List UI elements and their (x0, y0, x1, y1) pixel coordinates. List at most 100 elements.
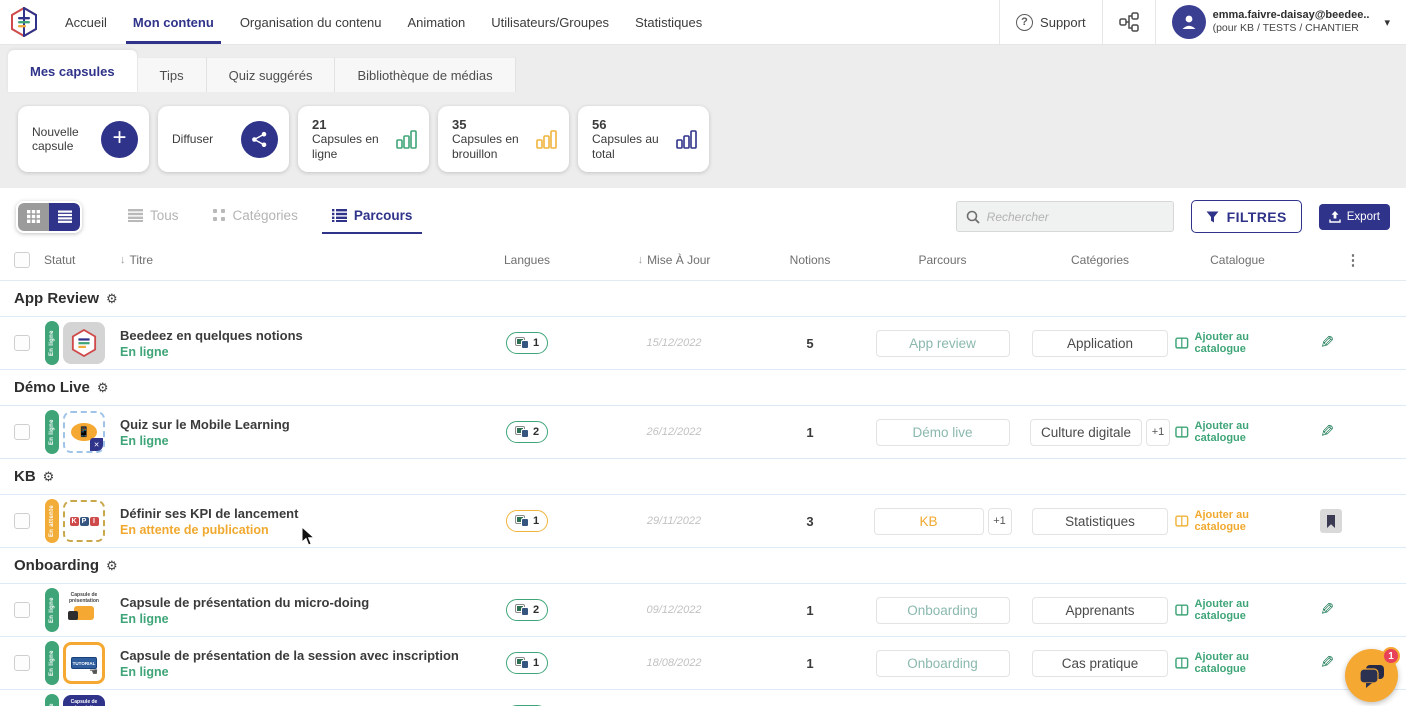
kebab-menu-icon[interactable]: ⋮ (1346, 251, 1361, 269)
parcours-button[interactable]: Onboarding (875, 649, 1010, 677)
column-titre[interactable]: ↓ Titre (106, 239, 466, 280)
share-icon[interactable] (241, 120, 278, 158)
add-to-catalogue-link[interactable]: Ajouter au catalogue (1175, 509, 1300, 533)
parcours-button[interactable]: Onboarding (875, 596, 1010, 624)
category-button[interactable]: Application (1032, 329, 1168, 357)
capsule-thumbnail[interactable]: 📱 ✕ (63, 411, 105, 453)
capsule-title[interactable]: Capsule de présentation de la session av… (120, 648, 459, 663)
filter-tab-categories[interactable]: Catégories (212, 208, 298, 225)
filter-tab-parcours[interactable]: Parcours (321, 208, 422, 234)
parcours-button[interactable]: KB (873, 507, 984, 535)
language-badge: 1 (505, 332, 549, 354)
column-langues[interactable]: Langues (466, 239, 588, 280)
nav-item-accueil[interactable]: Accueil (52, 0, 120, 44)
column-statut[interactable]: Statut (44, 239, 106, 280)
updated-date: 15/12/2022 (646, 337, 702, 349)
org-share-button[interactable] (1101, 0, 1155, 44)
add-to-catalogue-link[interactable]: Ajouter au catalogue (1175, 331, 1300, 355)
row-checkbox[interactable] (14, 655, 30, 671)
stat-label: Capsules au total (592, 132, 659, 161)
list-view-button[interactable] (49, 202, 80, 231)
capsule-thumbnail[interactable]: TUTORIAL ☚ (63, 642, 105, 684)
capsule-thumbnail[interactable] (63, 322, 105, 364)
column-catalogue[interactable]: Catalogue (1175, 239, 1300, 280)
nav-item-utilisateurs[interactable]: Utilisateurs/Groupes (478, 0, 622, 44)
filter-tab-tous[interactable]: Tous (128, 208, 179, 225)
bookmark-button[interactable] (1320, 509, 1342, 533)
plus-icon[interactable]: + (101, 120, 138, 158)
tab-quiz-suggeres[interactable]: Quiz suggérés (206, 57, 336, 92)
chat-bubbles-icon (1358, 664, 1384, 688)
category-button[interactable]: Statistiques (1032, 507, 1168, 535)
edit-icon[interactable]: ✎ (1320, 333, 1334, 353)
column-parcours[interactable]: Parcours (860, 239, 1025, 280)
notions-count: 3 (806, 513, 814, 529)
support-button[interactable]: ? Support (999, 0, 1102, 44)
nav-item-mon-contenu[interactable]: Mon contenu (120, 0, 227, 44)
beedeez-logo[interactable] (0, 0, 52, 44)
capsule-title[interactable]: Beedeez en quelques notions (120, 328, 303, 343)
sort-arrow-icon[interactable]: ↓ (120, 254, 126, 266)
column-options[interactable]: ⋮ (1300, 239, 1406, 280)
catalogue-book-icon (1175, 336, 1189, 349)
status-pill: En attente (45, 499, 59, 543)
gear-icon[interactable]: ⚙ (97, 380, 109, 396)
column-categories[interactable]: Catégories (1025, 239, 1175, 280)
group-name: KB (14, 468, 36, 485)
category-button[interactable]: Culture digitale (1029, 418, 1143, 446)
search-icon (966, 210, 980, 224)
category-button[interactable]: Apprenants (1032, 596, 1168, 624)
tab-bibliotheque[interactable]: Bibliothèque de médias (335, 57, 516, 92)
status-pill: En ligne (45, 321, 59, 365)
search-input[interactable] (986, 209, 1164, 224)
filtres-button[interactable]: FILTRES (1190, 200, 1302, 233)
group-name: Démo Live (14, 379, 90, 396)
capsule-title[interactable]: Quiz sur le Mobile Learning (120, 417, 290, 432)
edit-icon[interactable]: ✎ (1320, 653, 1334, 673)
support-label: Support (1040, 14, 1086, 30)
capsule-thumbnail[interactable]: Capsule de présentation (63, 695, 105, 706)
new-capsule-card[interactable]: Nouvelle capsule + (18, 106, 149, 172)
tab-mes-capsules[interactable]: Mes capsules (8, 50, 137, 92)
category-button[interactable]: Cas pratique (1032, 649, 1168, 677)
gear-icon[interactable]: ⚙ (106, 291, 118, 307)
parcours-button[interactable]: Démo live (875, 418, 1010, 446)
chat-widget-button[interactable]: 1 (1345, 647, 1400, 702)
column-mise-a-jour[interactable]: ↓ Mise À Jour (588, 239, 760, 280)
tab-tips[interactable]: Tips (137, 57, 207, 92)
user-menu[interactable]: emma.faivre-daisay@beedee.. (pour KB / T… (1154, 0, 1406, 44)
capsule-thumbnail[interactable]: K P I (63, 500, 105, 542)
edit-icon[interactable]: ✎ (1320, 422, 1334, 442)
grid-view-button[interactable] (18, 202, 49, 231)
column-notions[interactable]: Notions (760, 239, 860, 280)
select-all-checkbox[interactable] (14, 251, 30, 268)
more-parcours-badge[interactable]: +1 (987, 507, 1012, 535)
sort-arrow-icon[interactable]: ↓ (638, 254, 644, 266)
row-checkbox[interactable] (14, 424, 30, 440)
row-checkbox[interactable] (14, 602, 30, 618)
stat-card-en-ligne[interactable]: 21 Capsules en ligne (298, 106, 429, 172)
nav-item-organisation[interactable]: Organisation du contenu (227, 0, 395, 44)
chevron-down-icon[interactable]: ▾ (1384, 16, 1390, 29)
edit-icon[interactable]: ✎ (1320, 600, 1334, 620)
gear-icon[interactable]: ⚙ (43, 469, 55, 485)
row-checkbox[interactable] (14, 335, 30, 351)
user-context: (pour KB / TESTS / CHANTIER (1212, 22, 1359, 35)
add-to-catalogue-link[interactable]: Ajouter au catalogue (1175, 598, 1300, 622)
stat-card-brouillon[interactable]: 35 Capsules en brouillon (438, 106, 569, 172)
nav-item-animation[interactable]: Animation (394, 0, 478, 44)
stat-card-total[interactable]: 56 Capsules au total (578, 106, 709, 172)
nav-item-statistiques[interactable]: Statistiques (622, 0, 715, 44)
more-categories-badge[interactable]: +1 (1146, 418, 1171, 446)
capsule-thumbnail[interactable]: Capsule de présentation (63, 589, 105, 631)
add-to-catalogue-link[interactable]: Ajouter au catalogue (1175, 651, 1300, 675)
add-to-catalogue-link[interactable]: Ajouter au catalogue (1175, 420, 1300, 444)
diffuser-card[interactable]: Diffuser (158, 106, 289, 172)
export-button[interactable]: Export (1318, 203, 1390, 230)
capsule-title[interactable]: Définir ses KPI de lancement (120, 506, 298, 521)
parcours-button[interactable]: App review (875, 329, 1010, 357)
row-checkbox[interactable] (14, 513, 30, 529)
table-row: En ligne Capsule de présentation Capsule… (0, 690, 1406, 706)
gear-icon[interactable]: ⚙ (106, 558, 118, 574)
capsule-title[interactable]: Capsule de présentation du micro-doing (120, 595, 369, 610)
